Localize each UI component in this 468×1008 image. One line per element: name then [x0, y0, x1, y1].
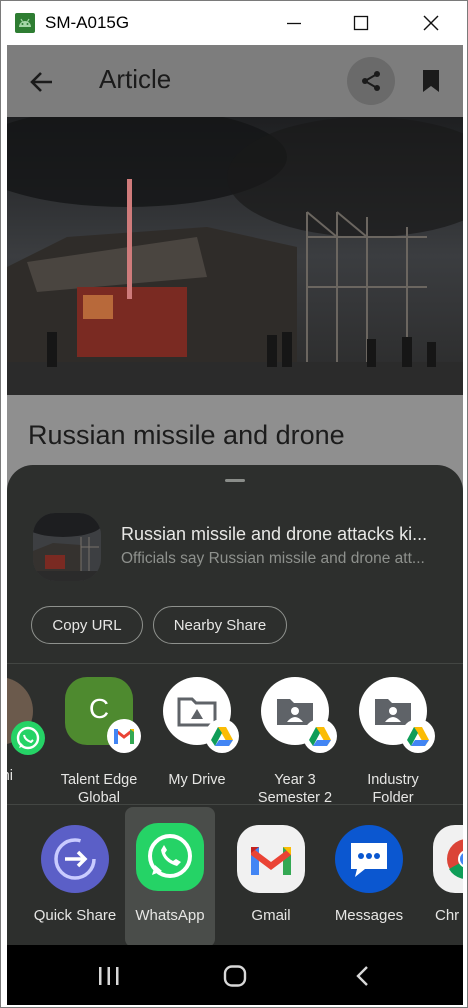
app-label: Chr [435, 907, 460, 924]
article-title: Russian missile and drone [28, 420, 345, 450]
window-title: SM-A015G [45, 13, 130, 32]
whatsapp-icon [136, 823, 204, 891]
direct-share-target-year-3-semester-2[interactable]: Year 3 Semester 2 [247, 677, 343, 806]
direct-share-target-partial[interactable]: ni [7, 677, 47, 797]
window-titlebar: SM-A015G [1, 1, 467, 45]
bookmark-icon[interactable] [421, 69, 441, 93]
target-label: Industry Folder [367, 772, 419, 806]
app-label: Quick Share [33, 907, 117, 924]
emulator-window: SM-A015G Article Russian missile and dro… [0, 0, 468, 1008]
target-label: Talent Edge Global [60, 772, 138, 806]
preview-title: Russian missile and drone attacks ki... [121, 524, 428, 544]
share-icon [362, 71, 380, 91]
minimize-icon[interactable] [282, 11, 306, 35]
system-navigation-bar [7, 945, 463, 1005]
direct-share-target-my-drive[interactable]: My Drive [149, 677, 245, 797]
app-label: Gmail [251, 907, 291, 924]
app-label: WhatsApp [135, 907, 205, 924]
chrome-icon [433, 825, 463, 893]
close-icon[interactable] [419, 11, 443, 35]
app-bar: Article [7, 45, 463, 117]
home-icon[interactable] [223, 965, 247, 987]
recent-apps-icon[interactable] [97, 965, 121, 987]
app-label: Messages [334, 907, 404, 924]
android-icon [15, 13, 35, 33]
direct-share-target-industry-folder[interactable]: Industry Folder [345, 677, 441, 806]
page-title: Article [99, 64, 172, 94]
phone-screen: Article Russian missile and drone Russia… [7, 45, 463, 1005]
preview-subtitle: Officials say Russian missile and drone … [121, 550, 425, 567]
drag-handle[interactable] [225, 479, 245, 482]
google-drive-icon [303, 719, 337, 753]
target-label: Year 3 Semester 2 [257, 772, 333, 806]
app-target-messages[interactable]: Messages [321, 809, 417, 945]
back-nav-icon[interactable] [353, 965, 373, 987]
direct-share-target-talent-edge[interactable]: C Talent Edge Global [51, 677, 147, 806]
whatsapp-icon [11, 721, 45, 755]
preview-thumbnail [33, 513, 101, 581]
quick-share-icon [41, 825, 109, 893]
messages-icon [335, 825, 403, 893]
app-target-quick-share[interactable]: Quick Share [27, 809, 123, 945]
google-drive-icon [205, 719, 239, 753]
back-arrow-icon[interactable] [27, 67, 57, 97]
share-button[interactable] [347, 57, 395, 105]
article-hero-image [7, 117, 463, 395]
app-target-whatsapp[interactable]: WhatsApp [125, 807, 215, 947]
gmail-icon [107, 719, 141, 753]
target-label: ni [7, 768, 13, 784]
copy-url-chip[interactable]: Copy URL [31, 606, 143, 644]
app-target-gmail[interactable]: Gmail [223, 809, 319, 945]
target-label: My Drive [168, 772, 226, 788]
app-target-chrome[interactable]: Chr [419, 809, 463, 945]
google-drive-icon [401, 719, 435, 753]
divider [7, 804, 463, 805]
share-sheet: Russian missile and drone attacks ki... … [7, 465, 463, 947]
nearby-share-chip[interactable]: Nearby Share [153, 606, 287, 644]
maximize-icon[interactable] [349, 11, 373, 35]
divider [7, 663, 463, 664]
gmail-icon [237, 825, 305, 893]
